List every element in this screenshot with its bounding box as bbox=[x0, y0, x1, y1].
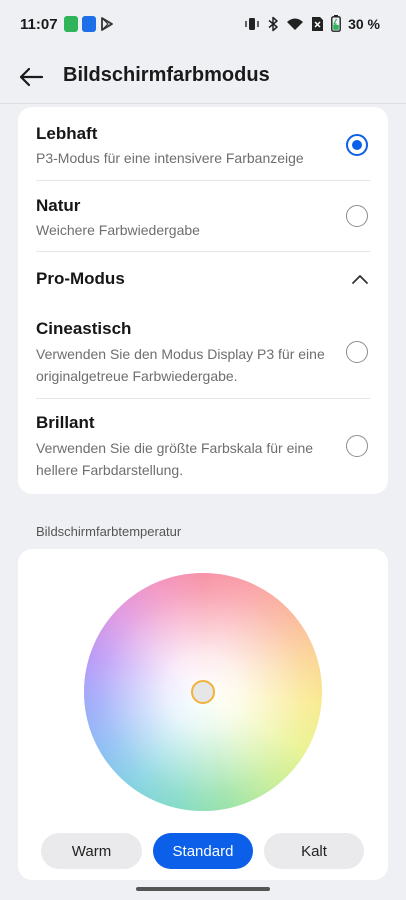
color-wheel-handle[interactable] bbox=[191, 680, 215, 704]
mode-title: Lebhaft bbox=[36, 124, 98, 143]
vibrate-icon bbox=[245, 17, 259, 30]
mode-title: Natur bbox=[36, 196, 81, 215]
radio-button-selected[interactable] bbox=[346, 134, 368, 156]
color-mode-card: Lebhaft P3-Modus für eine intensivere Fa… bbox=[18, 107, 388, 494]
header-divider bbox=[0, 103, 406, 104]
mode-description: P3-Modus für eine intensivere Farbanzeig… bbox=[36, 150, 304, 166]
home-indicator[interactable] bbox=[136, 887, 270, 891]
battery-icon bbox=[331, 15, 341, 32]
color-temperature-card: Warm Standard Kalt bbox=[18, 549, 388, 880]
no-sim-icon bbox=[312, 16, 324, 31]
bluetooth-icon bbox=[268, 16, 278, 31]
mode-title: Cineastisch bbox=[36, 319, 132, 338]
mode-title: Brillant bbox=[36, 413, 95, 432]
temperature-option-warm[interactable]: Warm bbox=[41, 833, 142, 869]
notification-icons bbox=[64, 16, 114, 32]
temperature-option-kalt[interactable]: Kalt bbox=[264, 833, 364, 869]
mode-option-brillant[interactable]: Brillant Verwenden Sie die größte Farbsk… bbox=[18, 398, 388, 494]
arrow-left-icon bbox=[19, 67, 44, 87]
play-store-icon bbox=[101, 17, 113, 31]
mode-description: Weichere Farbwiedergabe bbox=[36, 222, 200, 238]
radio-button[interactable] bbox=[346, 435, 368, 457]
mode-description: Verwenden Sie den Modus Display P3 für e… bbox=[36, 346, 325, 384]
mode-description: Verwenden Sie die größte Farbskala für e… bbox=[36, 440, 314, 478]
wifi-icon bbox=[287, 18, 304, 30]
radio-button[interactable] bbox=[346, 205, 368, 227]
notification-app-icon bbox=[64, 16, 78, 32]
mode-option-lebhaft[interactable]: Lebhaft P3-Modus für eine intensivere Fa… bbox=[18, 107, 388, 180]
status-time: 11:07 bbox=[20, 16, 58, 33]
battery-percentage: 30 % bbox=[348, 15, 380, 32]
color-temperature-label: Bildschirmfarbtemperatur bbox=[36, 524, 182, 539]
temperature-option-standard[interactable]: Standard bbox=[153, 833, 253, 869]
pro-mode-title: Pro-Modus bbox=[36, 269, 125, 288]
mode-option-natur[interactable]: Natur Weichere Farbwiedergabe bbox=[18, 180, 388, 251]
page-title: Bildschirmfarbmodus bbox=[63, 64, 270, 86]
chevron-up-icon[interactable] bbox=[350, 272, 370, 286]
radio-button[interactable] bbox=[346, 341, 368, 363]
back-button[interactable] bbox=[16, 62, 46, 92]
app-header: Bildschirmfarbmodus bbox=[0, 56, 406, 96]
pro-mode-header[interactable]: Pro-Modus bbox=[18, 251, 388, 307]
notification-app-icon bbox=[82, 16, 96, 32]
status-bar: 11:07 30 % bbox=[0, 0, 406, 50]
mode-option-cineastisch[interactable]: Cineastisch Verwenden Sie den Modus Disp… bbox=[18, 307, 388, 398]
